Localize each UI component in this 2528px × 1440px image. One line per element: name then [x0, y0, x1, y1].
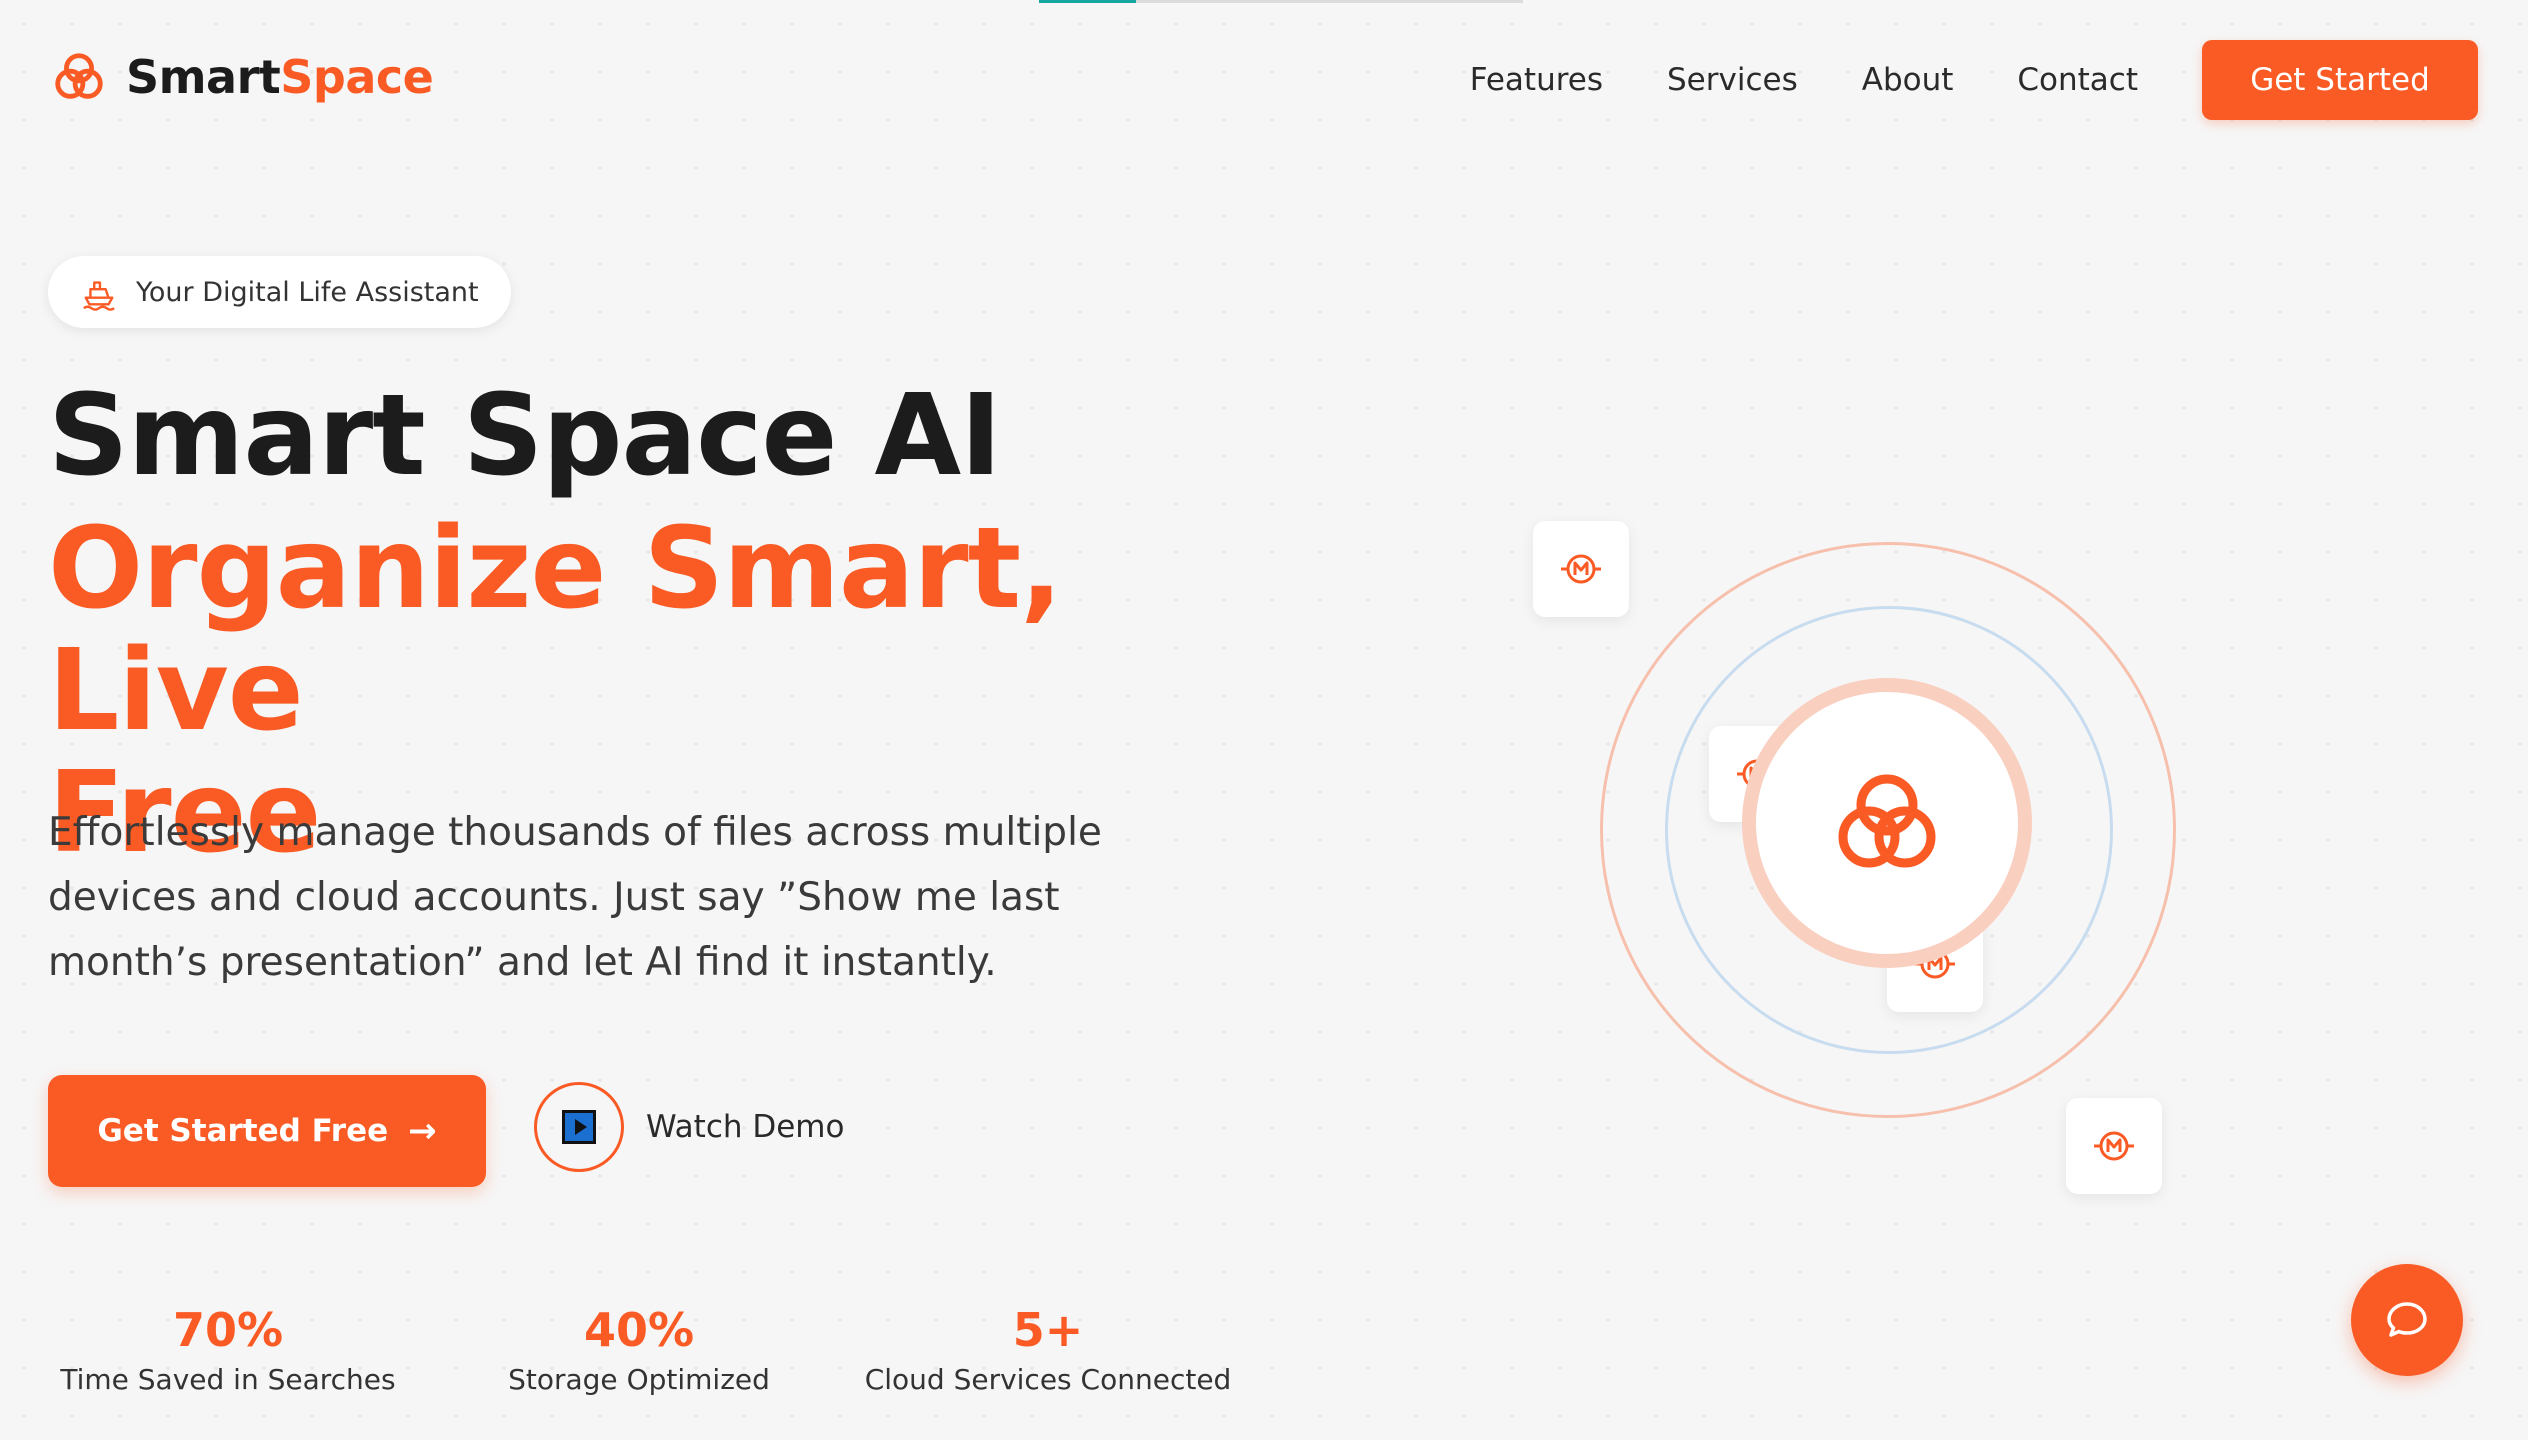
- nav-link-contact[interactable]: Contact: [2017, 62, 2138, 98]
- stat-label: Storage Optimized: [508, 1363, 770, 1396]
- get-started-button[interactable]: Get Started: [2202, 40, 2478, 120]
- get-started-free-button[interactable]: Get Started Free →: [48, 1075, 486, 1187]
- nav-link-services[interactable]: Services: [1667, 62, 1798, 98]
- stat-cloud-services: 5+ Cloud Services Connected: [858, 1300, 1238, 1400]
- stat-label: Time Saved in Searches: [60, 1363, 396, 1396]
- play-icon: [562, 1110, 596, 1144]
- triple-ring-logo-icon: [55, 53, 103, 99]
- nav-link-about[interactable]: About: [1862, 62, 1954, 98]
- scroll-progress-track: [1039, 0, 1523, 3]
- arrow-right-icon: →: [408, 1111, 437, 1151]
- gauge-icon: [1561, 554, 1601, 584]
- watch-demo-label: Watch Demo: [646, 1109, 845, 1145]
- gauge-icon: [2094, 1131, 2134, 1161]
- hero-title: Smart Space AI: [48, 371, 1002, 501]
- brand-name: SmartSpace: [126, 50, 434, 104]
- scroll-progress-fill: [1039, 0, 1136, 3]
- stat-label: Cloud Services Connected: [864, 1363, 1232, 1396]
- chat-bubble-icon: [2387, 1302, 2427, 1337]
- triple-ring-logo-icon: [1838, 774, 1936, 868]
- chat-button[interactable]: [2351, 1264, 2463, 1376]
- stat-value: 40%: [583, 1303, 695, 1357]
- brand-name-dark: Smart: [126, 50, 281, 104]
- main-nav: Features Services About Contact Get Star…: [1470, 40, 2478, 120]
- stat-time-saved: 70% Time Saved in Searches: [38, 1300, 418, 1400]
- stat-value: 5+: [1012, 1303, 1084, 1357]
- play-button-ring: [534, 1082, 624, 1172]
- stat-storage-optimized: 40% Storage Optimized: [449, 1300, 829, 1400]
- hero-description: Effortlessly manage thousands of files a…: [48, 810, 1102, 985]
- nav-link-features[interactable]: Features: [1470, 62, 1603, 98]
- get-started-free-label: Get Started Free: [97, 1113, 389, 1149]
- watch-demo-button[interactable]: Watch Demo: [534, 1082, 844, 1172]
- orbit-tile: [2066, 1098, 2162, 1194]
- brand-logo[interactable]: SmartSpace: [50, 48, 434, 106]
- stat-value: 70%: [172, 1303, 284, 1357]
- brand-name-accent: Space: [280, 50, 434, 104]
- hero-badge-text: Your Digital Life Assistant: [136, 276, 479, 308]
- orbit-tile: [1533, 521, 1629, 617]
- orbit-core: [1756, 692, 2018, 954]
- hero-subtitle-line1: Organize Smart, Live: [48, 504, 1063, 756]
- ship-icon: [83, 281, 115, 311]
- hero-badge: Your Digital Life Assistant: [48, 256, 511, 328]
